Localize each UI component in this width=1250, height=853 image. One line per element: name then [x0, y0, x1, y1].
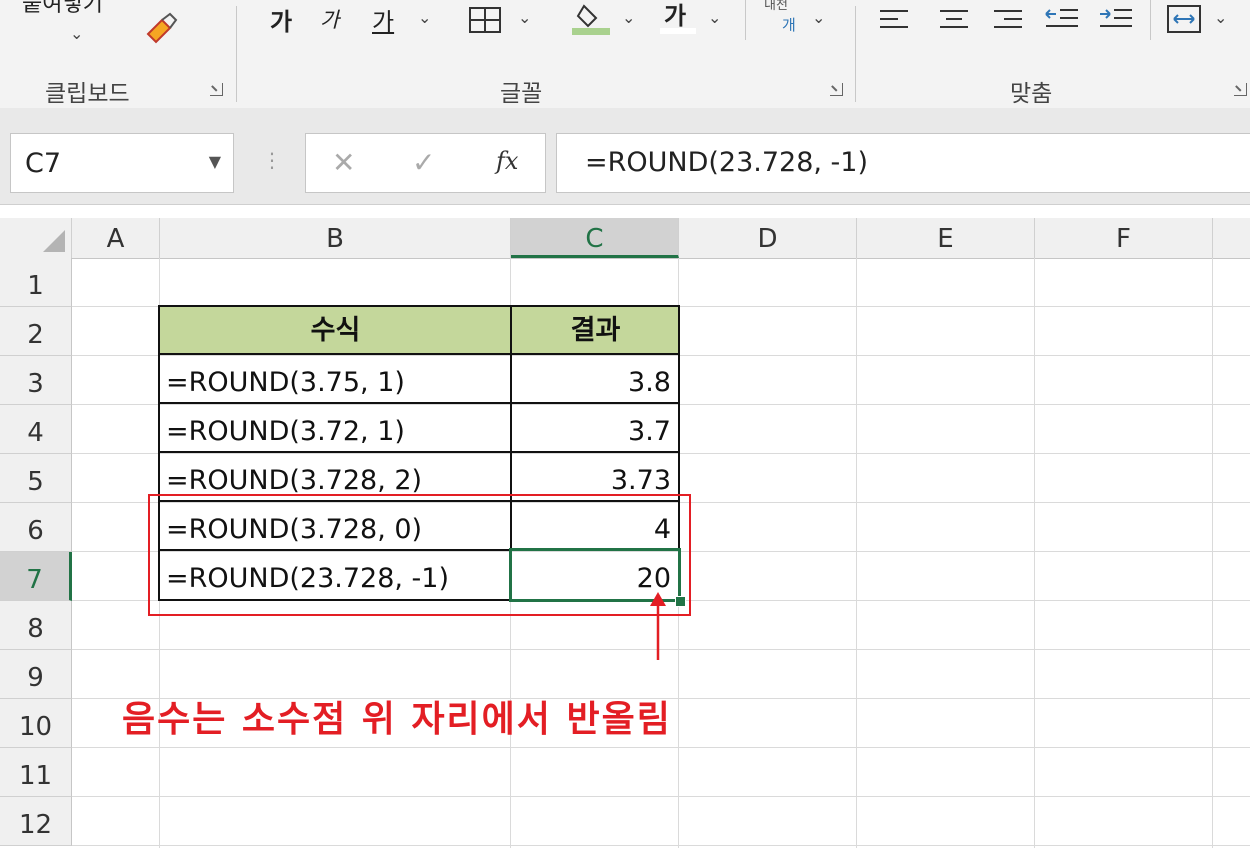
row-header-4[interactable]: 4 — [0, 405, 72, 454]
borders-icon[interactable] — [468, 6, 504, 36]
formula-input[interactable]: =ROUND(23.728, -1) — [556, 133, 1250, 193]
ribbon-separator — [1150, 0, 1151, 40]
column-header-f[interactable]: F — [1035, 218, 1213, 258]
table-rule — [158, 353, 680, 355]
column-header-c[interactable]: C — [511, 218, 679, 258]
font-color-swatch — [660, 28, 696, 34]
borders-dropdown-icon[interactable]: ⌄ — [518, 8, 531, 27]
align-right-icon[interactable] — [992, 8, 1026, 32]
italic-button[interactable]: 가 — [320, 4, 339, 34]
paste-label[interactable]: 붙여넣기 — [22, 0, 103, 18]
insert-function-button[interactable]: fx — [496, 147, 518, 175]
ribbon: 붙여넣기 ⌄ 클립보드 가 가 가 ⌄ ⌄ ⌄ 가 ⌄ 내천 개 ⌄ 글꼴 ⌄ … — [0, 0, 1250, 109]
table-rule — [158, 451, 680, 453]
row-header-5[interactable]: 5 — [0, 454, 72, 503]
merge-dropdown-icon[interactable]: ⌄ — [1214, 8, 1227, 27]
row-header-3[interactable]: 3 — [0, 356, 72, 405]
phonetic-dropdown-icon[interactable]: ⌄ — [812, 8, 825, 27]
column-header-g[interactable] — [1213, 218, 1250, 258]
gridline — [856, 258, 857, 848]
formula-buttons: ✕ ✓ fx — [305, 133, 546, 193]
phonetic-label[interactable]: 내천 — [764, 0, 788, 13]
underline-dropdown-icon[interactable]: ⌄ — [418, 8, 431, 27]
gridline — [1212, 258, 1213, 848]
name-box-dropdown-icon[interactable]: ▼ — [209, 152, 221, 171]
gridline — [1034, 258, 1035, 848]
alignment-launcher-icon[interactable] — [1234, 83, 1247, 96]
name-box[interactable]: C7 ▼ — [10, 133, 234, 193]
column-header-b[interactable]: B — [160, 218, 511, 258]
gridline — [72, 845, 1250, 846]
increase-indent-icon[interactable] — [1098, 6, 1134, 32]
align-center-icon[interactable] — [938, 8, 972, 32]
row-header-2[interactable]: 2 — [0, 307, 72, 356]
align-left-icon[interactable] — [878, 8, 912, 32]
phonetic-sub: 개 — [782, 16, 796, 34]
fill-color-icon[interactable] — [570, 0, 614, 38]
column-header-a[interactable]: A — [72, 218, 160, 258]
underline-button[interactable]: 가 — [372, 2, 394, 37]
ribbon-separator — [236, 6, 237, 102]
row-header-8[interactable]: 8 — [0, 601, 72, 650]
font-color-button[interactable]: 가 — [664, 0, 686, 31]
clipboard-group-label: 클립보드 — [45, 81, 130, 107]
column-header-e[interactable]: E — [857, 218, 1035, 258]
ribbon-separator — [745, 0, 746, 40]
gridline — [72, 796, 1250, 797]
row-header-12[interactable]: 12 — [0, 797, 72, 846]
gridline — [72, 747, 1250, 748]
row-header-11[interactable]: 11 — [0, 748, 72, 797]
column-headers: A B C D E F — [0, 218, 1250, 259]
row-header-7[interactable]: 7 — [0, 552, 72, 601]
font-group-label: 글꼴 — [500, 81, 543, 107]
row-header-6[interactable]: 6 — [0, 503, 72, 552]
enter-icon[interactable]: ✓ — [412, 146, 435, 179]
font-color-dropdown-icon[interactable]: ⌄ — [708, 8, 721, 27]
column-header-d[interactable]: D — [679, 218, 857, 258]
decrease-indent-icon[interactable] — [1044, 6, 1080, 32]
font-increase-button[interactable]: 가 — [270, 2, 292, 37]
annotation-text: 음수는 소수점 위 자리에서 반올림 — [122, 699, 672, 740]
name-box-value: C7 — [25, 148, 62, 179]
clipboard-launcher-icon[interactable] — [210, 83, 223, 96]
formula-bar-grip-icon[interactable]: ⋮ — [262, 148, 282, 172]
arrow-up-icon — [650, 592, 666, 660]
format-painter-icon[interactable] — [140, 12, 180, 52]
select-all-corner[interactable] — [0, 218, 72, 258]
fill-color-dropdown-icon[interactable]: ⌄ — [622, 8, 635, 27]
table-rule — [158, 402, 680, 404]
merge-icon[interactable] — [1166, 4, 1204, 34]
highlight-box — [148, 494, 691, 616]
row-header-1[interactable]: 1 — [0, 258, 72, 307]
cancel-icon[interactable]: ✕ — [332, 146, 355, 179]
formula-value: =ROUND(23.728, -1) — [585, 147, 869, 178]
row-header-10[interactable]: 10 — [0, 699, 72, 748]
font-launcher-icon[interactable] — [830, 83, 843, 96]
alignment-group-label: 맞춤 — [1010, 81, 1053, 107]
paste-dropdown-icon[interactable]: ⌄ — [70, 24, 83, 43]
ribbon-separator — [855, 6, 856, 102]
row-header-9[interactable]: 9 — [0, 650, 72, 699]
